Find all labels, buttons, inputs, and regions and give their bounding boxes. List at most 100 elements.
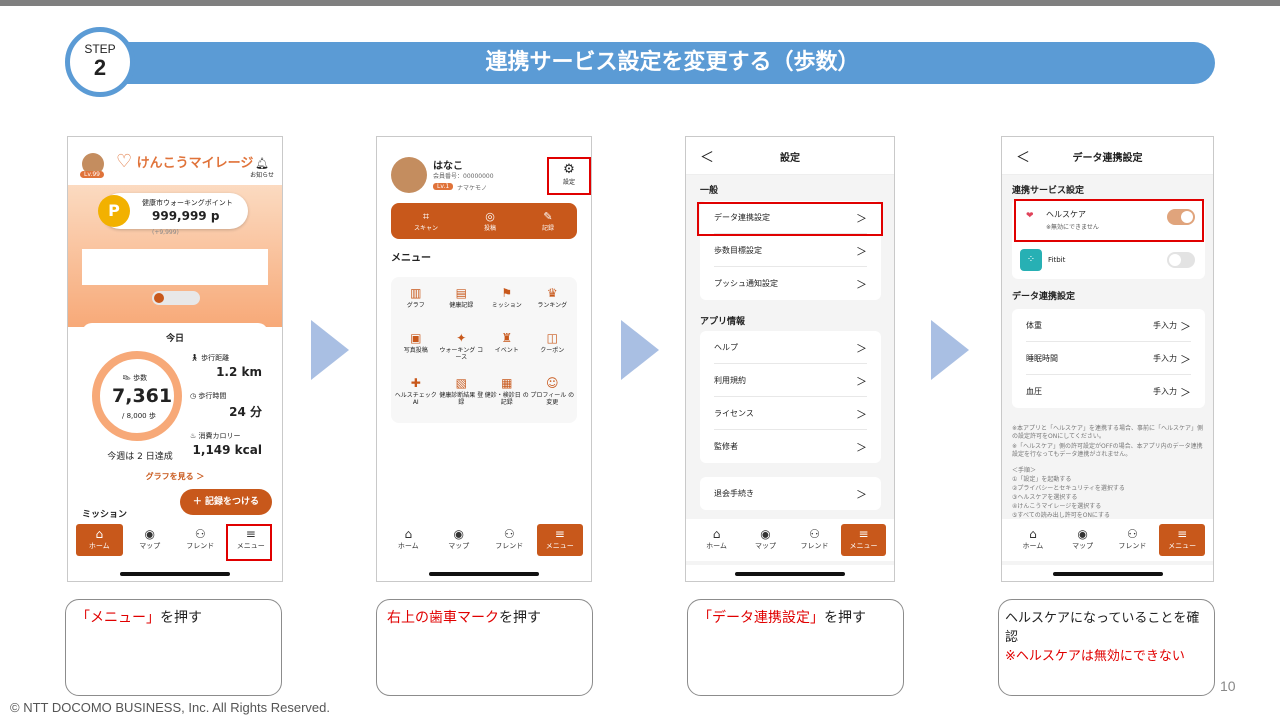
section-general: 一般 [700,186,719,196]
calendar-icon: ▦ [501,376,513,390]
tab-map[interactable]: ◉ マップ [127,524,174,556]
copyright: © NTT DOCOMO BUSINESS, Inc. All Rights R… [10,700,330,715]
tab-friend-label: フレンド [1118,542,1147,550]
pause-icon[interactable] [154,293,164,303]
menu-label: プロフィール の変更 [530,392,575,406]
quick-scan[interactable]: ⌗ スキャン [414,210,438,232]
quick-post[interactable]: ◎ 投稿 [484,210,496,232]
menu-health-record[interactable]: ▤ 健康記録 [439,285,485,330]
camera-icon: ◎ [485,210,495,223]
caption-highlight: 「データ連携設定」 [698,610,824,626]
row-weight[interactable]: 体重 手入力＞ [1026,309,1191,342]
chevron-right-icon: ＞ [856,245,867,258]
menu-event[interactable]: ♜ イベント [484,330,530,375]
coupon-icon: ◫ [546,331,558,345]
map-pin-icon: ◉ [453,527,464,541]
step-badge: STEP 2 [65,27,135,97]
tab-map[interactable]: ◉ マップ [1060,524,1106,556]
graph-icon: ▥ [410,286,422,300]
flame-icon: ♨ [190,432,197,440]
tab-map[interactable]: ◉ マップ [436,524,483,556]
row-terms[interactable]: 利用規約 ＞ [714,364,867,397]
tab-home[interactable]: ⌂ ホーム [694,524,739,556]
menu-profile[interactable]: ☺ プロフィール の変更 [530,375,576,420]
flow-arrow-2 [621,320,659,380]
tab-friend[interactable]: ⚇ フレンド [486,524,533,556]
menu-heading: メニュー [391,253,431,264]
row-sleep[interactable]: 睡眠時間 手入力＞ [1026,342,1191,375]
chevron-right-icon: ＞ [856,488,867,501]
tab-friend[interactable]: ⚇ フレンド [1110,524,1156,556]
banner-slot[interactable] [82,249,268,285]
top-border [0,0,1280,6]
toggle-knob [1169,254,1181,266]
time-value: 24 分 [229,405,262,419]
tab-home[interactable]: ⌂ ホーム [1010,524,1056,556]
procedure-step: ④けんこうマイレージを選択する [1012,503,1102,510]
menu-mission[interactable]: ⚑ ミッション [484,285,530,330]
row-leave[interactable]: 退会手続き ＞ [714,477,867,510]
menu-ranking[interactable]: ♛ ランキング [530,285,576,330]
row-label: ヘルプ [714,343,738,352]
menu-label: 健康診断結果 登録 [439,392,484,406]
tab-menu[interactable]: ≡ メニュー [841,524,886,556]
fitbit-toggle[interactable] [1167,252,1195,268]
menu-health-check-ai[interactable]: ✚ ヘルスチェックAI [393,375,439,420]
app-name: けんこうマイレージ [136,156,254,171]
carousel-pager[interactable] [152,291,200,305]
menu-checkup-date[interactable]: ▦ 健診・検診日 の記録 [484,375,530,420]
distance-label: 歩行距離 [201,354,230,362]
procedure-step: ①「設定」を起動する [1012,476,1072,483]
menu-checkup-result[interactable]: ▧ 健康診断結果 登録 [439,375,485,420]
quick-record[interactable]: ✎ 記録 [542,210,554,232]
row-step-goal[interactable]: 歩数目標設定 ＞ [714,234,867,267]
section-app-info: アプリ情報 [700,317,746,327]
menu-icon: ≡ [1177,527,1188,541]
home-icon: ⌂ [404,527,413,541]
menu-label: 写真投稿 [403,347,428,354]
friends-icon: ⚇ [1126,527,1138,541]
row-license[interactable]: ライセンス ＞ [714,397,867,430]
chevron-right-icon: ＞ [856,408,867,421]
point-value-text: 999,999 p [152,209,220,223]
row-blood-pressure[interactable]: 血圧 手入力＞ [1026,375,1191,408]
tab-map[interactable]: ◉ マップ [743,524,788,556]
menu-walking-course[interactable]: ✦ ウォーキング コース [439,330,485,375]
highlight-data-link [697,202,883,236]
crown-icon: ♛ [546,286,558,300]
tab-home[interactable]: ⌂ ホーム [76,524,123,556]
highlight-gear [547,157,591,195]
view-graph-link[interactable]: グラフを見る ＞ [82,471,268,482]
flow-arrow-1 [311,320,349,380]
tab-home-label: ホーム [88,542,110,550]
steps-goal: / 8,000 歩 [122,412,156,420]
tab-menu-label: メニュー [545,542,574,550]
point-card[interactable]: P 健康市ウォーキングポイント 999,999 p (+9,999) [98,193,248,236]
notification-button[interactable]: 🔔︎ お知らせ [250,157,274,179]
caption-step-2: 右上の歯車マークを押す [376,599,593,696]
time-label: 歩行時間 [198,392,227,400]
chevron-right-icon: ＞ [856,375,867,388]
tab-menu[interactable]: ≡ メニュー [536,524,583,556]
calorie-label: 消費カロリー [198,432,241,440]
tab-friend[interactable]: ⚇ フレンド [177,524,224,556]
row-help[interactable]: ヘルプ ＞ [714,331,867,364]
tab-menu[interactable]: ≡ メニュー [1159,524,1205,556]
tab-home[interactable]: ⌂ ホーム [385,524,432,556]
menu-coupon[interactable]: ◫ クーポン [530,330,576,375]
calorie-stat: ♨ 消費カロリー 1,149 kcal [190,431,262,457]
row-push[interactable]: プッシュ通知設定 ＞ [714,267,867,300]
avatar[interactable] [391,157,427,193]
menu-graph[interactable]: ▥ グラフ [393,285,439,330]
section-data-link: データ連携設定 [1012,292,1076,302]
record-button[interactable]: ＋ 記録をつける [180,489,272,515]
level-badge: Lv.99 [80,171,104,178]
home-icon: ⌂ [712,527,721,541]
row-supervisor[interactable]: 監修者 ＞ [714,430,867,463]
flow-arrow-3 [931,320,969,380]
data-link-group: 体重 手入力＞ 睡眠時間 手入力＞ 血圧 手入力＞ [1012,309,1205,408]
tab-friend-label: フレンド [186,542,215,550]
phone-settings-screen: ＜ 設定 一般 データ連携設定＞ 歩数目標設定＞ プッシュ通知設定＞ アプリ情報… [685,136,895,582]
menu-photo-post[interactable]: ▣ 写真投稿 [393,330,439,375]
tab-friend[interactable]: ⚇ フレンド [792,524,837,556]
